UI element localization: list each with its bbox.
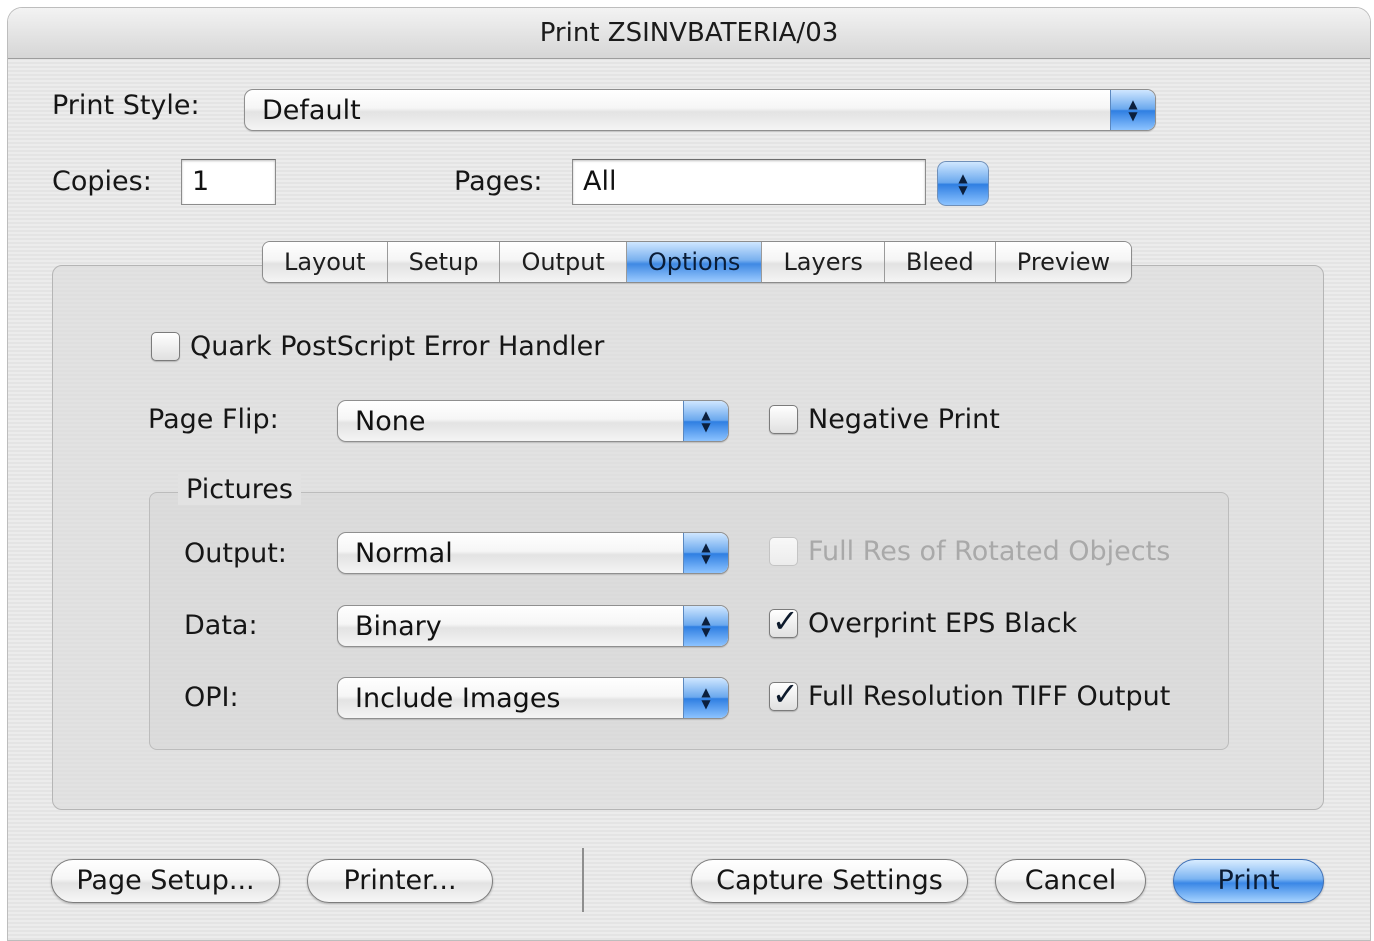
print-style-popup[interactable]: Default ▲ ▼ [244, 89, 1156, 131]
window-title: Print ZSINVBATERIA/03 [8, 8, 1370, 59]
copies-label: Copies: [52, 166, 152, 197]
tab-options[interactable]: Options [626, 242, 763, 282]
up-down-arrows-icon: ▲ ▼ [1110, 90, 1155, 130]
capture-settings-button[interactable]: Capture Settings [691, 859, 968, 903]
up-down-arrows-icon: ▲ ▼ [683, 678, 728, 718]
page-flip-popup[interactable]: None ▲ ▼ [337, 400, 729, 442]
print-style-value: Default [262, 95, 361, 126]
printer-button[interactable]: Printer... [307, 859, 493, 903]
tab-preview[interactable]: Preview [995, 242, 1132, 282]
tab-setup[interactable]: Setup [387, 242, 501, 282]
tab-bleed[interactable]: Bleed [884, 242, 996, 282]
button-divider [582, 848, 584, 912]
page-flip-value: None [355, 406, 426, 437]
pictures-data-value: Binary [355, 611, 442, 642]
pictures-opi-value: Include Images [355, 683, 561, 714]
pictures-group-title: Pictures [178, 474, 301, 505]
full-res-tiff-label: Full Resolution TIFF Output [808, 681, 1171, 712]
tab-layers[interactable]: Layers [762, 242, 885, 282]
full-res-rotated-label: Full Res of Rotated Objects [808, 536, 1171, 567]
pictures-output-label: Output: [184, 538, 287, 569]
up-down-arrows-icon: ▲ ▼ [937, 161, 989, 206]
pages-label: Pages: [454, 166, 543, 197]
overprint-eps-checkbox[interactable]: ✓ [769, 602, 799, 640]
negative-print-checkbox[interactable] [769, 405, 798, 434]
error-handler-label: Quark PostScript Error Handler [190, 331, 605, 362]
pictures-data-label: Data: [184, 610, 258, 641]
page-flip-label: Page Flip: [148, 404, 279, 435]
pictures-data-popup[interactable]: Binary ▲ ▼ [337, 605, 729, 647]
cancel-button[interactable]: Cancel [995, 859, 1146, 903]
tab-bar: Layout Setup Output Options Layers Bleed… [262, 241, 1133, 283]
full-res-tiff-checkbox[interactable]: ✓ [769, 675, 799, 713]
up-down-arrows-icon: ▲ ▼ [683, 533, 728, 573]
negative-print-label: Negative Print [808, 404, 1000, 435]
pictures-output-value: Normal [355, 538, 453, 569]
overprint-eps-label: Overprint EPS Black [808, 608, 1078, 639]
copies-field[interactable]: 1 [181, 159, 276, 205]
tab-output[interactable]: Output [500, 242, 627, 282]
error-handler-checkbox[interactable] [151, 332, 180, 361]
print-style-label: Print Style: [52, 90, 200, 121]
pictures-opi-popup[interactable]: Include Images ▲ ▼ [337, 677, 729, 719]
pictures-opi-label: OPI: [184, 682, 239, 713]
full-res-rotated-checkbox [769, 537, 798, 566]
checkmark-icon: ✓ [772, 675, 799, 713]
up-down-arrows-icon: ▲ ▼ [683, 401, 728, 441]
copies-value: 1 [192, 166, 210, 197]
pages-field[interactable]: All [572, 159, 926, 205]
pages-menu-button[interactable]: ▲ ▼ [937, 161, 989, 206]
up-down-arrows-icon: ▲ ▼ [683, 606, 728, 646]
checkmark-icon: ✓ [772, 602, 799, 640]
print-button[interactable]: Print [1173, 859, 1324, 903]
pages-value: All [583, 166, 617, 197]
tab-layout[interactable]: Layout [263, 242, 388, 282]
page-setup-button[interactable]: Page Setup... [51, 859, 280, 903]
pictures-output-popup[interactable]: Normal ▲ ▼ [337, 532, 729, 574]
